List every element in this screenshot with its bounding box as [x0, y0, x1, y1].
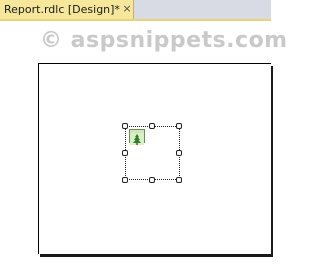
resize-handle-top-right[interactable] — [176, 123, 182, 129]
resize-handle-middle-left[interactable] — [122, 150, 128, 156]
resize-handle-top-middle[interactable] — [149, 123, 155, 129]
resize-handle-top-left[interactable] — [122, 123, 128, 129]
resize-handle-bottom-middle[interactable] — [149, 177, 155, 183]
tab-title: Report.rdlc [Design]* — [4, 3, 120, 16]
close-icon[interactable]: × — [122, 2, 132, 15]
image-placeholder-icon — [129, 129, 145, 145]
resize-handle-middle-right[interactable] — [176, 150, 182, 156]
resize-handle-bottom-right[interactable] — [176, 177, 182, 183]
document-tab-strip: Report.rdlc [Design]* × — [0, 0, 271, 21]
tab-report-design[interactable]: Report.rdlc [Design]* × — [0, 0, 134, 19]
resize-handle-bottom-left[interactable] — [122, 177, 128, 183]
